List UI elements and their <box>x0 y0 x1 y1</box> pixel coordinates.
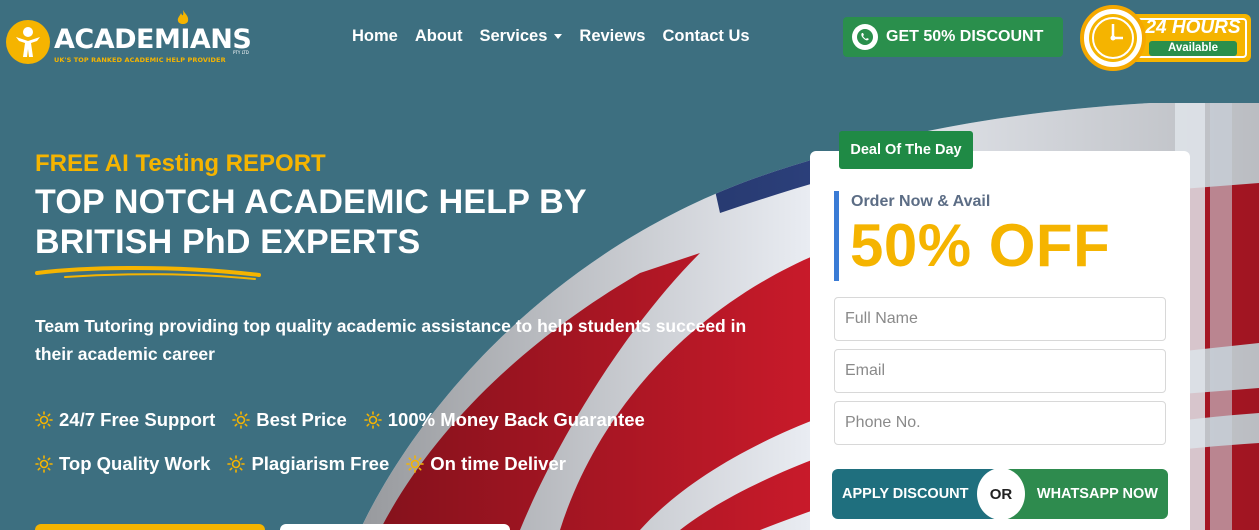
full-name-field[interactable] <box>834 297 1166 341</box>
feature-row: 24/7 Free Support Best Price 100% Money … <box>35 406 795 434</box>
sun-icon <box>35 411 53 429</box>
nav-about-label: About <box>414 26 463 45</box>
email-field[interactable] <box>834 349 1166 393</box>
feature-item: 24/7 Free Support <box>35 409 215 431</box>
nav-contact[interactable]: Contact Us <box>662 26 749 46</box>
feature-row: Top Quality Work Plagiarism Free On time… <box>35 450 795 478</box>
sun-icon <box>232 411 251 429</box>
clock-icon <box>1089 14 1137 62</box>
apply-discount-label: APPLY DISCOUNT <box>842 486 969 502</box>
feature-item: On time Deliver <box>406 453 566 475</box>
sun-icon <box>363 411 382 429</box>
offer-accent-bar <box>834 191 839 281</box>
feature-item: 100% Money Back Guarantee <box>363 409 645 431</box>
feature-label: 100% Money Back Guarantee <box>387 409 645 430</box>
whatsapp-now-button[interactable]: WHATSAPP NOW <box>1000 469 1168 519</box>
nav-contact-label: Contact Us <box>662 26 750 45</box>
feature-list: 24/7 Free Support Best Price 100% Money … <box>35 406 795 494</box>
hero-eyebrow: FREE AI Testing REPORT <box>35 150 326 177</box>
feature-item: Plagiarism Free <box>227 453 389 475</box>
headline-underline-decoration <box>35 266 261 280</box>
feature-label: 24/7 Free Support <box>59 409 216 430</box>
nav-services[interactable]: Services <box>480 26 563 46</box>
main-nav: Home About Services Reviews Contact Us <box>352 26 767 46</box>
whatsapp-icon <box>852 24 878 50</box>
hero-headline-line2: BRITISH PhD EXPERTS <box>35 223 421 261</box>
offer-lead: Order Now & Avail <box>851 193 991 210</box>
availability-subtitle: Available <box>1149 41 1237 56</box>
whatsapp-now-label: WHATSAPP NOW <box>1036 486 1158 502</box>
sun-icon <box>227 455 246 473</box>
sun-icon <box>35 455 53 473</box>
feature-label: On time Deliver <box>430 453 566 474</box>
feature-label: Plagiarism Free <box>251 453 390 474</box>
offer-discount: 50% OFF <box>850 212 1111 279</box>
feature-label: Best Price <box>256 409 347 430</box>
hero-section: FREE AI Testing REPORT TOP NOTCH ACADEMI… <box>35 150 795 474</box>
or-divider: OR <box>977 468 1025 520</box>
hero-subtitle: Team Tutoring providing top quality acad… <box>35 316 747 364</box>
get-discount-label: GET 50% DISCOUNT <box>886 28 1044 45</box>
feature-item: Best Price <box>232 409 347 431</box>
nav-services-label: Services <box>479 26 548 45</box>
flame-icon <box>177 10 189 24</box>
phone-field[interactable] <box>834 401 1166 445</box>
sun-icon <box>406 455 425 473</box>
feature-label: Top Quality Work <box>59 453 211 474</box>
availability-badge: 24 HOURS Available <box>1077 3 1253 73</box>
graduate-icon <box>6 20 50 64</box>
brand-logo[interactable]: ACADEMIANS PTY LTD UK'S TOP RANKED ACADE… <box>6 10 256 70</box>
brand-tagline: UK'S TOP RANKED ACADEMIC HELP PROVIDER <box>54 56 226 64</box>
nav-reviews[interactable]: Reviews <box>579 26 645 46</box>
deal-of-day-tag: Deal Of The Day <box>839 131 973 169</box>
hero-headline-line1: TOP NOTCH ACADEMIC HELP BY <box>35 183 587 221</box>
chevron-down-icon <box>554 33 563 39</box>
nav-reviews-label: Reviews <box>579 26 646 45</box>
nav-home-label: Home <box>352 26 398 45</box>
get-discount-button[interactable]: GET 50% DISCOUNT <box>843 17 1063 57</box>
nav-about[interactable]: About <box>415 26 463 46</box>
hero-primary-button[interactable] <box>35 524 265 530</box>
nav-home[interactable]: Home <box>352 26 398 46</box>
hero-secondary-button[interactable] <box>280 524 510 530</box>
availability-title: 24 HOURS <box>1145 17 1241 38</box>
brand-name: ACADEMIANS <box>54 24 252 55</box>
feature-item: Top Quality Work <box>35 453 210 475</box>
site-header: ACADEMIANS PTY LTD UK'S TOP RANKED ACADE… <box>0 0 1259 103</box>
brand-suffix: PTY LTD <box>233 50 249 55</box>
hero-headline: TOP NOTCH ACADEMIC HELP BY BRITISH PhD E… <box>35 182 795 262</box>
